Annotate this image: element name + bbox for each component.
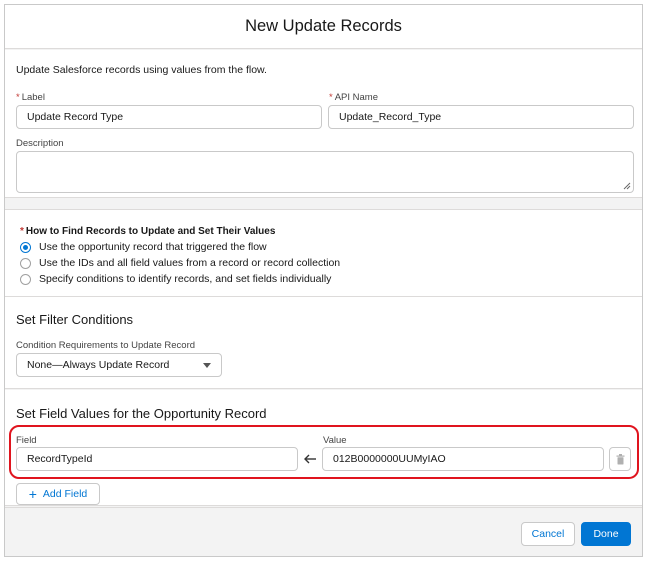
value-input[interactable]: 012B0000000UUMyIAO xyxy=(322,447,604,471)
condition-requirements-label: Condition Requirements to Update Record xyxy=(16,340,196,351)
find-records-label: * How to Find Records to Update and Set T… xyxy=(20,226,276,237)
radio-option-triggering-record[interactable]: Use the opportunity record that triggere… xyxy=(20,241,267,253)
required-marker: * xyxy=(16,92,20,103)
api-name-field-label: * API Name xyxy=(329,92,378,103)
delete-row-button[interactable] xyxy=(609,447,631,471)
general-section: Update Salesforce records using values f… xyxy=(5,50,642,198)
plus-icon: + xyxy=(28,486,37,502)
field-input[interactable]: RecordTypeId xyxy=(16,447,298,471)
radio-option-specify-conditions[interactable]: Specify conditions to identify records, … xyxy=(20,273,331,285)
chevron-down-icon xyxy=(203,362,211,368)
field-column-header: Field xyxy=(16,435,37,446)
radio-selected[interactable] xyxy=(20,241,31,253)
modal-header: New Update Records xyxy=(5,5,642,49)
api-name-input[interactable]: Update_Record_Type xyxy=(328,105,634,129)
description-textarea[interactable] xyxy=(16,151,634,193)
arrow-left-icon xyxy=(304,454,316,464)
done-button[interactable]: Done xyxy=(581,522,631,546)
label-field-label: * Label xyxy=(16,92,45,103)
required-marker: * xyxy=(20,226,24,237)
find-records-section: * How to Find Records to Update and Set T… xyxy=(5,209,642,297)
radio-option-record-collection[interactable]: Use the IDs and all field values from a … xyxy=(20,257,340,269)
label-input[interactable]: Update Record Type xyxy=(16,105,322,129)
condition-requirements-select[interactable]: None—Always Update Record xyxy=(16,353,222,377)
modal-title: New Update Records xyxy=(245,17,402,35)
modal: New Update Records Update Salesforce rec… xyxy=(4,4,643,557)
intro-text: Update Salesforce records using values f… xyxy=(16,64,267,76)
radio-unselected[interactable] xyxy=(20,257,31,269)
filter-section: Set Filter Conditions Condition Requirem… xyxy=(5,297,642,389)
field-values-section: Set Field Values for the Opportunity Rec… xyxy=(5,390,642,506)
filter-section-title: Set Filter Conditions xyxy=(16,312,134,327)
modal-footer: Cancel Done xyxy=(5,507,642,556)
cancel-button[interactable]: Cancel xyxy=(521,522,575,546)
required-marker: * xyxy=(329,92,333,103)
resize-grip-icon[interactable] xyxy=(623,182,631,190)
radio-unselected[interactable] xyxy=(20,273,31,285)
trash-icon xyxy=(616,453,624,464)
value-column-header: Value xyxy=(323,435,347,446)
field-values-title: Set Field Values for the Opportunity Rec… xyxy=(16,406,267,421)
add-field-button[interactable]: + Add Field xyxy=(16,483,100,505)
description-label: Description xyxy=(16,138,64,149)
